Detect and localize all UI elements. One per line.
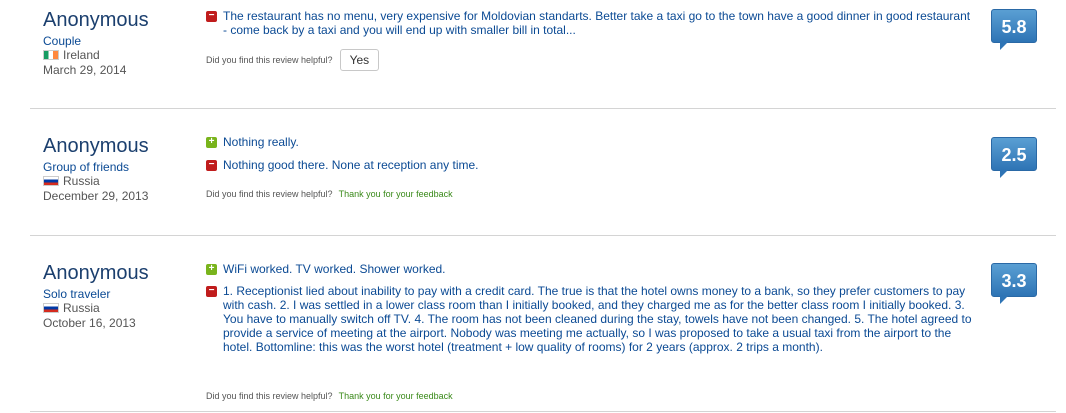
helpful-prompt: Did you find this review helpful? Thank … (206, 189, 453, 199)
review-content: + WiFi worked. TV worked. Shower worked.… (206, 262, 976, 354)
negative-text: The restaurant has no menu, very expensi… (223, 9, 971, 37)
helpful-yes-button[interactable]: Yes (339, 49, 380, 71)
review-divider (30, 108, 1056, 109)
plus-icon: + (206, 137, 217, 148)
negative-text: 1. Receptionist lied about inability to … (223, 284, 972, 354)
reviewer-type: Couple (43, 34, 82, 48)
minus-icon: − (206, 11, 217, 22)
review-divider (30, 235, 1056, 236)
review-content: + Nothing really. − Nothing good there. … (206, 135, 976, 172)
reviewer-name: Anonymous (43, 262, 149, 284)
review-date: October 16, 2013 (43, 316, 136, 330)
country-name: Ireland (63, 48, 100, 62)
reviewer-type: Group of friends (43, 160, 130, 174)
reviewer-country: Russia (43, 174, 193, 188)
country-name: Russia (63, 174, 100, 188)
reviewer-country: Russia (43, 301, 193, 315)
reviewer-info: Anonymous Group of friends Russia Decemb… (43, 135, 193, 203)
reviewer-info: Anonymous Couple Ireland March 29, 2014 (43, 9, 193, 77)
positive-text: WiFi worked. TV worked. Shower worked. (223, 262, 446, 276)
score-badge: 2.5 (991, 137, 1037, 171)
minus-icon: − (206, 160, 217, 171)
review-date: March 29, 2014 (43, 63, 127, 77)
review-positive: + Nothing really. (206, 135, 976, 149)
score-badge: 3.3 (991, 263, 1037, 297)
review-negative: − 1. Receptionist lied about inability t… (206, 284, 976, 354)
helpful-question: Did you find this review helpful? (206, 55, 333, 65)
helpful-prompt: Did you find this review helpful? Yes (206, 49, 380, 71)
russia-flag-icon (43, 303, 59, 313)
feedback-thanks: Thank you for your feedback (338, 189, 453, 199)
reviewer-country: Ireland (43, 48, 193, 62)
country-name: Russia (63, 301, 100, 315)
helpful-question: Did you find this review helpful? (206, 189, 333, 199)
reviewer-info: Anonymous Solo traveler Russia October 1… (43, 262, 193, 330)
score-badge-tail (1000, 42, 1008, 50)
reviewer-name: Anonymous (43, 135, 149, 157)
helpful-question: Did you find this review helpful? (206, 391, 333, 401)
negative-text: Nothing good there. None at reception an… (223, 158, 479, 172)
score-badge-tail (1000, 170, 1008, 178)
reviewer-type: Solo traveler (43, 287, 111, 301)
positive-text: Nothing really. (223, 135, 299, 149)
plus-icon: + (206, 264, 217, 275)
review-date: December 29, 2013 (43, 189, 149, 203)
score-badge: 5.8 (991, 9, 1037, 43)
review-positive: + WiFi worked. TV worked. Shower worked. (206, 262, 976, 276)
review-negative: − Nothing good there. None at reception … (206, 158, 976, 172)
feedback-thanks: Thank you for your feedback (338, 391, 453, 401)
score-badge-tail (1000, 296, 1008, 304)
review-content: − The restaurant has no menu, very expen… (206, 9, 976, 37)
review-negative: − The restaurant has no menu, very expen… (206, 9, 976, 37)
ireland-flag-icon (43, 50, 59, 60)
reviewer-name: Anonymous (43, 9, 149, 31)
russia-flag-icon (43, 176, 59, 186)
helpful-prompt: Did you find this review helpful? Thank … (206, 391, 453, 401)
review-divider (30, 411, 1056, 412)
minus-icon: − (206, 286, 217, 297)
